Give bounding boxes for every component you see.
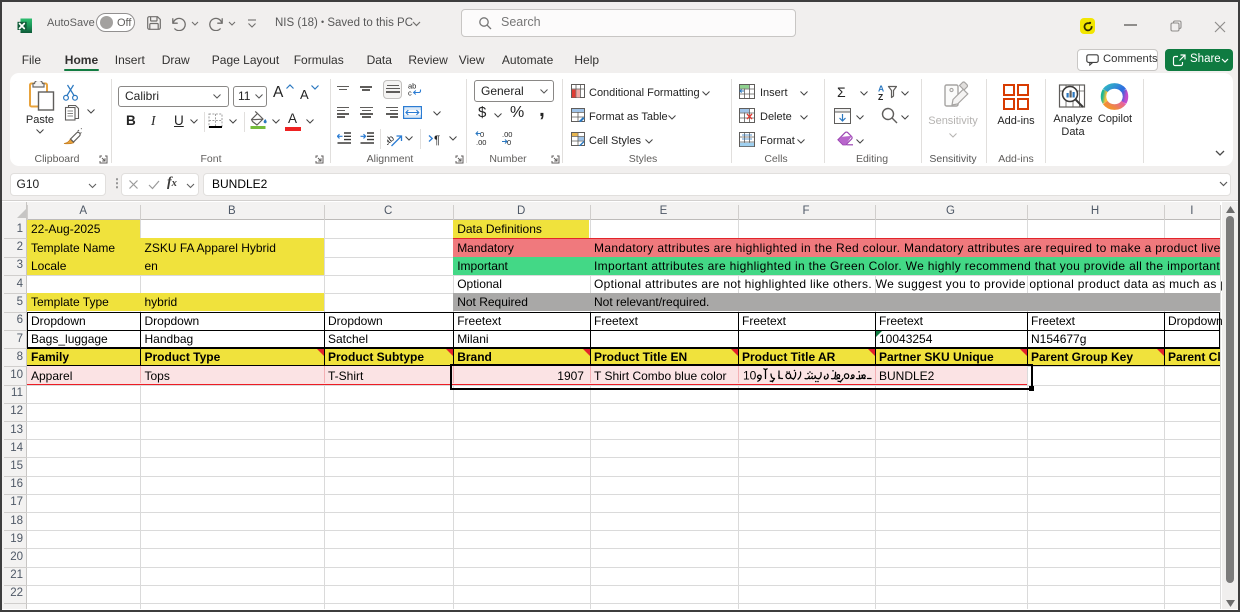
svg-text:0: 0 [507, 138, 511, 146]
svg-text:¶: ¶ [434, 135, 440, 146]
svg-text:c: c [408, 89, 412, 97]
svg-text:.00: .00 [476, 138, 486, 146]
svg-text:ab: ab [387, 133, 396, 147]
svg-text:Z: Z [878, 92, 883, 101]
